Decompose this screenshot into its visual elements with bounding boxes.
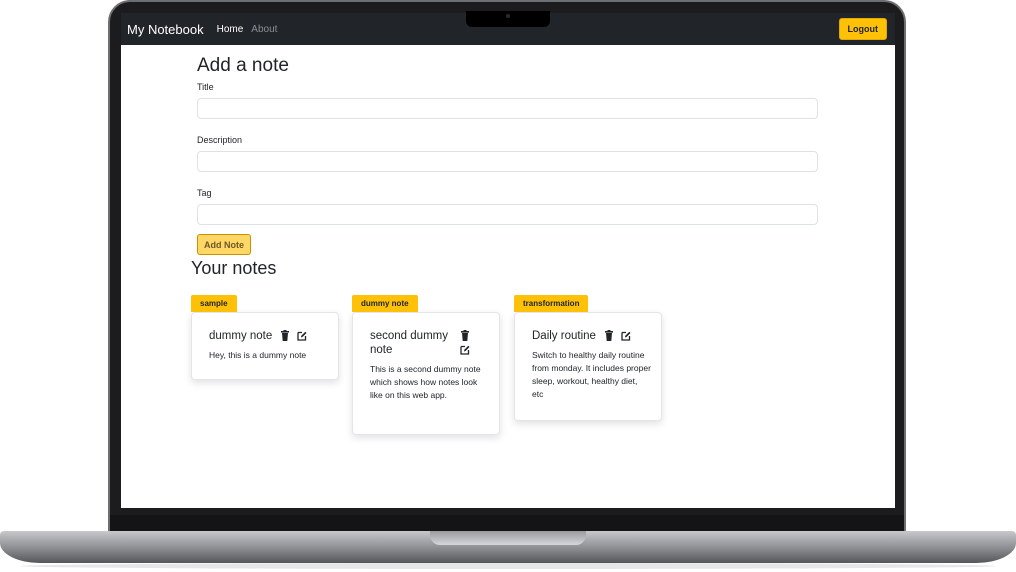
add-note-form: Add a note Title Description Tag Add Not…	[197, 55, 818, 255]
laptop-shadow	[20, 563, 996, 569]
note-tag-badge: transformation	[514, 295, 589, 312]
laptop-opening-notch	[430, 531, 586, 545]
description-input[interactable]	[197, 151, 818, 172]
note-description: This is a second dummy note which shows …	[370, 364, 481, 400]
brand-link[interactable]: My Notebook	[127, 22, 204, 37]
app-screen: My Notebook Home About Logout Add a note…	[121, 13, 895, 508]
note-description: Hey, this is a dummy note	[209, 350, 307, 360]
note-title: dummy note	[209, 330, 273, 342]
note-card-body: second dummy note This is a second dummy…	[352, 312, 500, 435]
tag-input[interactable]	[197, 204, 818, 225]
tag-label: Tag	[197, 188, 212, 198]
trash-icon[interactable]	[280, 330, 290, 341]
title-input[interactable]	[197, 98, 818, 119]
note-card-body: Daily routine Switch to healthy daily ro…	[514, 312, 662, 421]
note-title: second dummy note	[370, 330, 448, 356]
trash-icon[interactable]	[604, 330, 614, 341]
edit-icon[interactable]	[460, 344, 470, 355]
note-title: Daily routine	[532, 330, 596, 342]
note-description: Switch to healthy daily routine from mon…	[532, 350, 651, 399]
nav-home-link[interactable]: Home	[217, 24, 244, 35]
note-card: sample dummy note Hey, this is a dummy n…	[191, 291, 339, 380]
add-note-heading: Add a note	[197, 55, 289, 76]
your-notes-heading: Your notes	[191, 258, 277, 278]
title-label: Title	[197, 82, 214, 92]
note-card-body: dummy note Hey, this is a dummy note	[191, 312, 339, 380]
edit-icon[interactable]	[297, 330, 307, 341]
note-tag-badge: sample	[191, 295, 237, 312]
camera-notch	[466, 11, 550, 27]
logout-button[interactable]: Logout	[838, 18, 887, 40]
edit-icon[interactable]	[621, 330, 631, 341]
nav-about-link[interactable]: About	[251, 24, 277, 35]
description-label: Description	[197, 135, 243, 145]
note-card: dummy note second dummy note This is a s…	[352, 291, 500, 435]
add-note-button[interactable]: Add Note	[197, 234, 251, 255]
note-card: transformation Daily routine Switch to h…	[514, 291, 662, 421]
trash-icon[interactable]	[460, 330, 470, 341]
note-tag-badge: dummy note	[352, 295, 418, 312]
